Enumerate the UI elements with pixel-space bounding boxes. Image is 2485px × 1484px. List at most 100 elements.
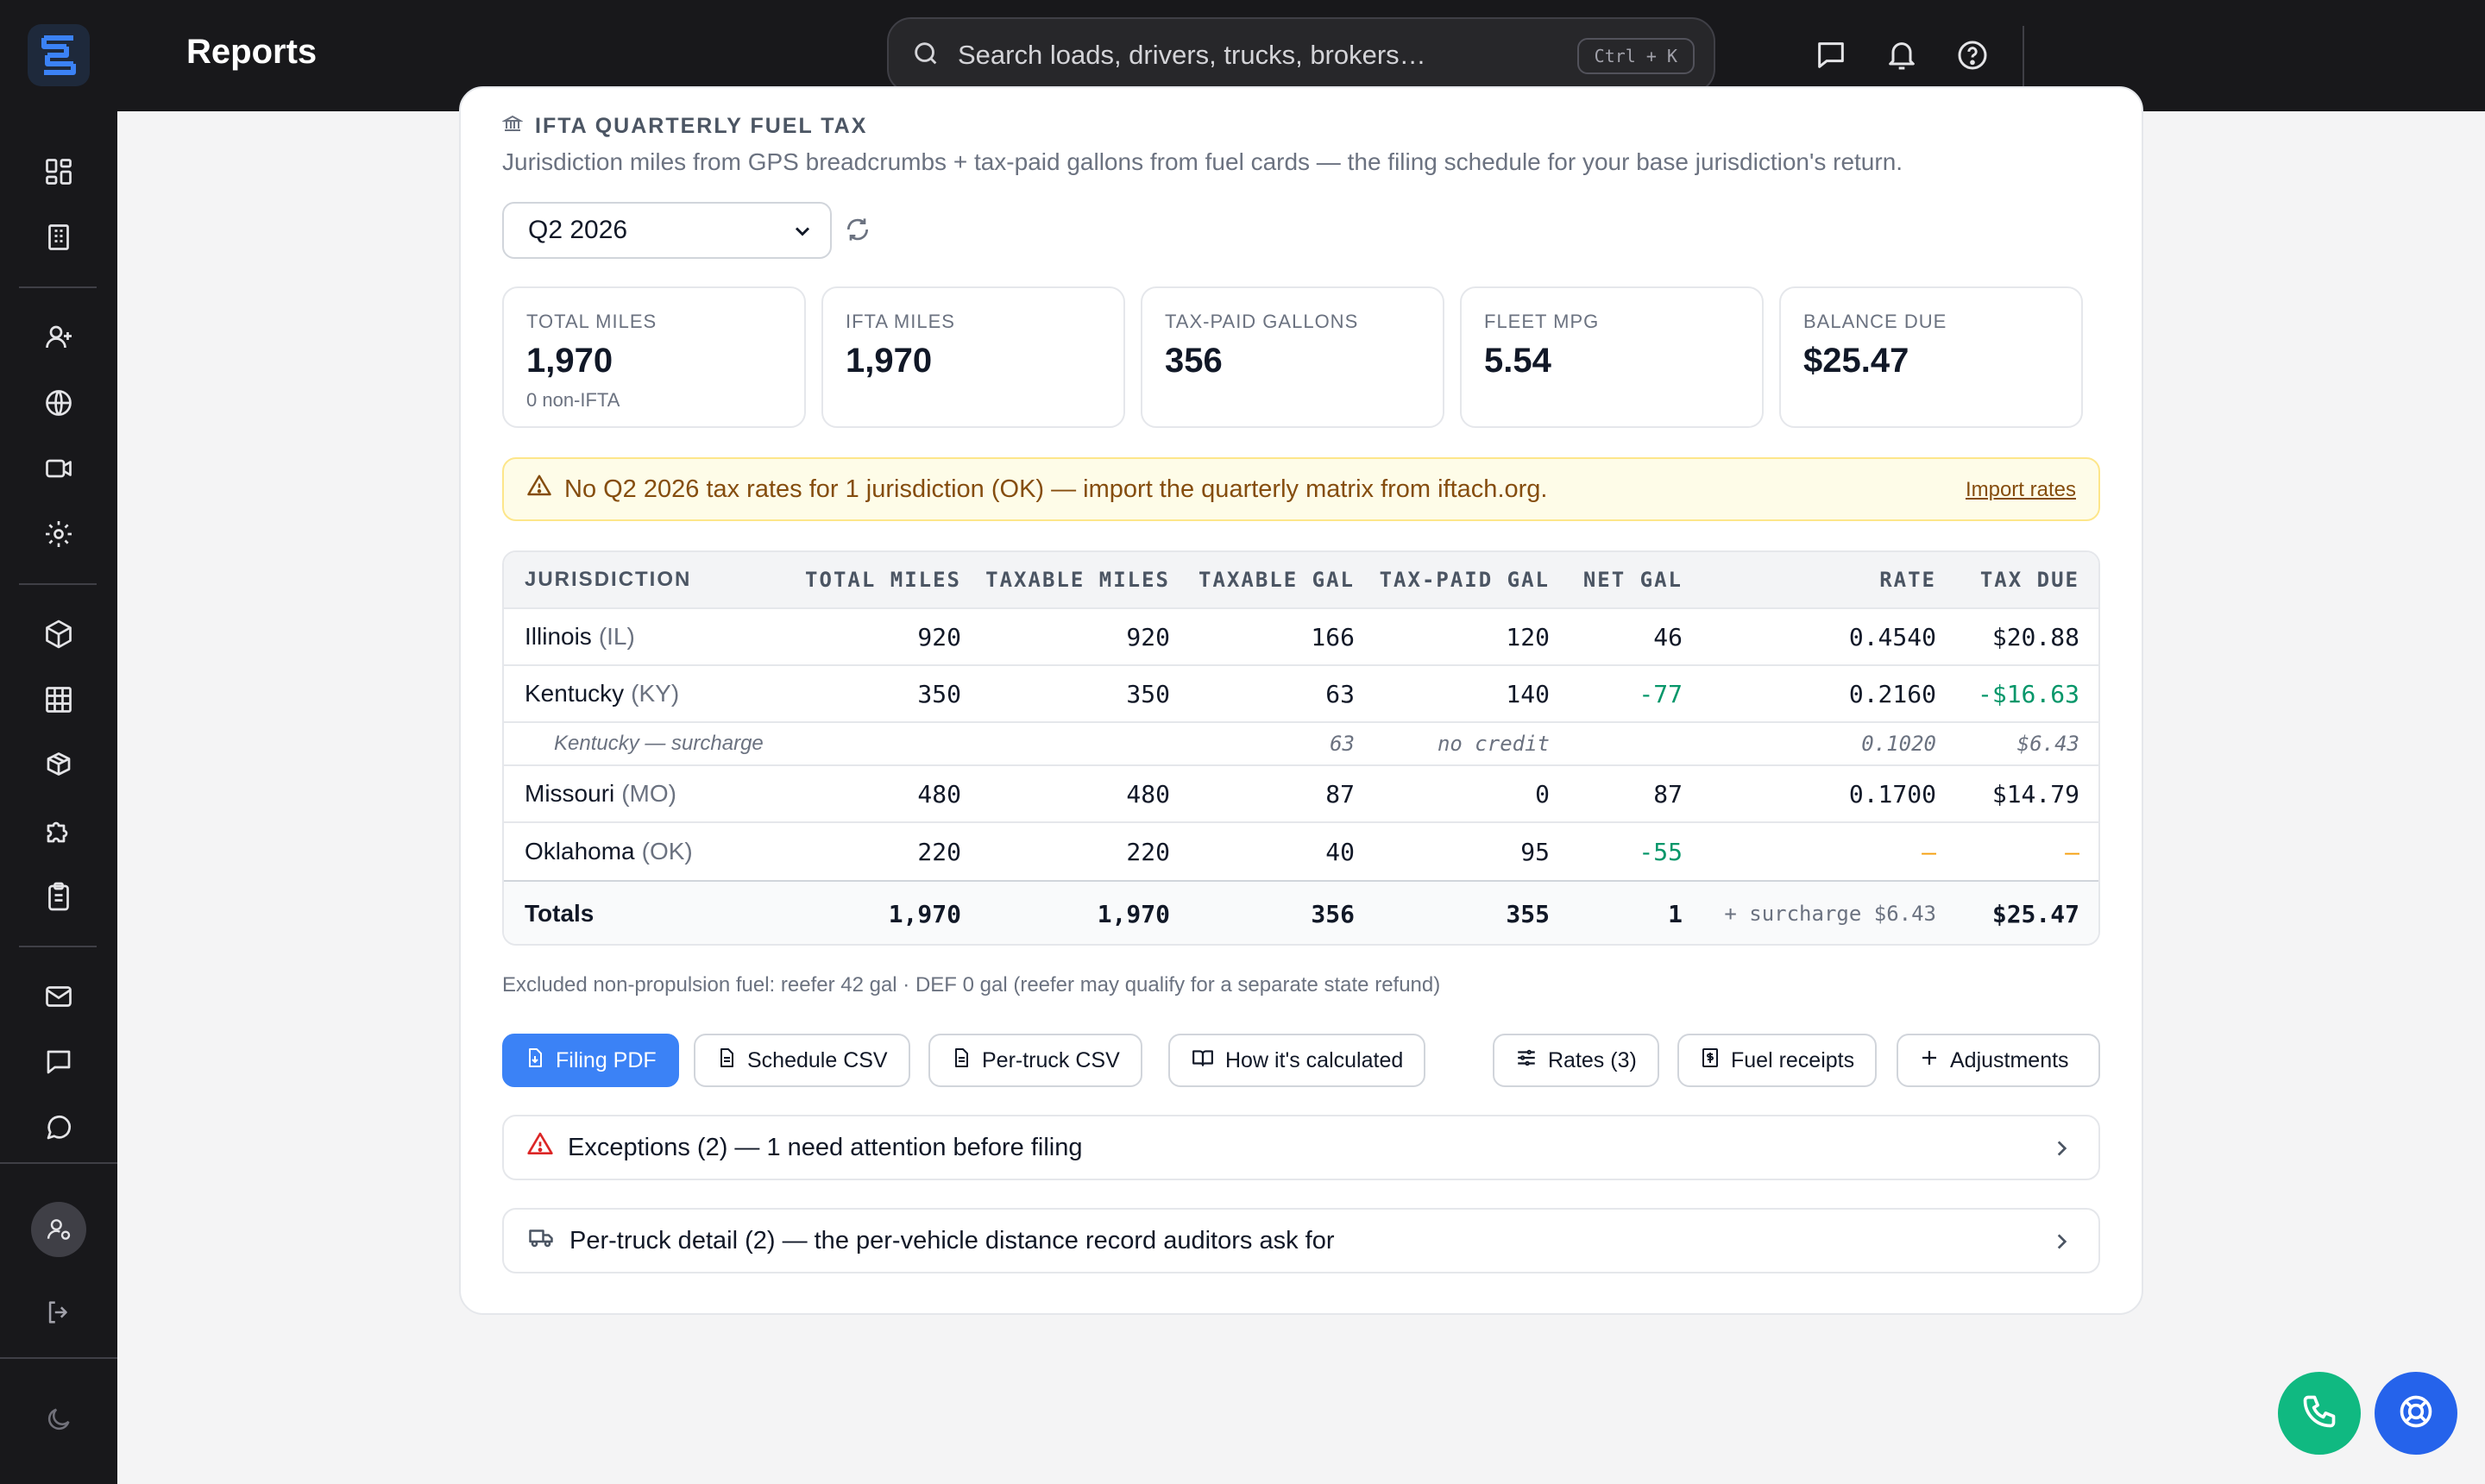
table-row: Illinois (IL) 920 920 166 120 46 0.4540 … [504, 609, 2098, 666]
table-row: Missouri (MO) 480 480 87 0 87 0.1700 $14… [504, 766, 2098, 823]
button-label: How it's calculated [1225, 1047, 1404, 1072]
sidebar-divider [19, 583, 97, 585]
bell-icon[interactable] [1881, 35, 1922, 76]
sidebar [0, 111, 117, 1484]
file-text-icon [716, 1047, 737, 1075]
sidebar-divider [19, 946, 97, 947]
logout-icon[interactable] [35, 1288, 83, 1336]
per-truck-panel[interactable]: Per-truck detail (2) — the per-vehicle d… [502, 1208, 2100, 1273]
stat-value: $25.47 [1803, 342, 1909, 380]
table-header: JURISDICTION TOTAL MILES TAXABLE MILES T… [504, 552, 2098, 609]
button-label: Rates (3) [1548, 1047, 1637, 1072]
rates-button[interactable]: Rates (3) [1493, 1034, 1659, 1087]
globe-icon[interactable] [35, 379, 83, 427]
fuel-receipts-button[interactable]: Fuel receipts [1677, 1034, 1878, 1087]
top-divider [2023, 26, 2024, 86]
mail-icon[interactable] [35, 972, 83, 1021]
stat-label: TAX-PAID GALLONS [1165, 311, 1359, 332]
stat-value: 356 [1165, 342, 1223, 380]
support-button[interactable] [2375, 1372, 2457, 1455]
user-settings-icon[interactable] [31, 1202, 86, 1257]
search-shortcut: Ctrl + K [1576, 38, 1695, 74]
receipt-icon [1700, 1047, 1721, 1075]
building-icon[interactable] [35, 213, 83, 261]
jurisdiction-table: JURISDICTION TOTAL MILES TAXABLE MILES T… [502, 550, 2100, 946]
chevron-down-icon [790, 219, 815, 250]
col-tax-due: TAX DUE [1979, 568, 2079, 592]
table-row-surcharge: Kentucky — surcharge 63 no credit 0.1020… [504, 723, 2098, 766]
stat-balance-due: BALANCE DUE $25.47 [1779, 286, 2083, 428]
gear-icon[interactable] [35, 510, 83, 558]
stat-ifta-miles: IFTA MILES 1,970 [821, 286, 1125, 428]
panel-label: Exceptions (2) — 1 need attention before… [568, 1133, 1083, 1161]
filing-pdf-button[interactable]: Filing PDF [502, 1034, 679, 1087]
section-header: IFTA QUARTERLY FUEL TAX [501, 112, 868, 141]
chat-icon[interactable] [1810, 35, 1852, 76]
tax-due-cell: -$16.63 [1977, 679, 2079, 708]
package-icon[interactable] [35, 610, 83, 658]
stat-value: 1,970 [526, 342, 613, 380]
table-row: Kentucky (KY) 350 350 63 140 -77 0.2160 … [504, 666, 2098, 723]
button-label: Adjustments [1950, 1047, 2069, 1072]
quarter-select[interactable]: Q2 2026 [502, 202, 832, 259]
stat-label: TOTAL MILES [526, 311, 657, 332]
section-title: IFTA QUARTERLY FUEL TAX [535, 114, 868, 138]
stats-row: TOTAL MILES 1,970 0 non-IFTA IFTA MILES … [502, 286, 2083, 428]
sidebar-divider [0, 1357, 117, 1359]
table-totals-row: Totals 1,970 1,970 356 355 1 + surcharge… [504, 880, 2098, 944]
stat-sub: 0 non-IFTA [526, 389, 620, 411]
truck-icon [526, 1224, 556, 1257]
dashboard-icon[interactable] [35, 148, 83, 196]
tax-due-cell: — [2065, 837, 2079, 866]
stat-tax-paid-gallons: TAX-PAID GALLONS 356 [1141, 286, 1444, 428]
section-description: Jurisdiction miles from GPS breadcrumbs … [502, 148, 1903, 175]
button-label: Fuel receipts [1731, 1047, 1855, 1072]
lifebuoy-icon [2397, 1393, 2435, 1435]
stat-label: BALANCE DUE [1803, 311, 1947, 332]
book-open-icon [1191, 1047, 1215, 1075]
logo-icon[interactable] [28, 24, 90, 86]
exceptions-panel[interactable]: Exceptions (2) — 1 need attention before… [502, 1115, 2100, 1180]
video-icon[interactable] [35, 444, 83, 493]
stat-value: 5.54 [1484, 342, 1551, 380]
file-download-icon [525, 1047, 545, 1075]
grid-icon[interactable] [35, 676, 83, 724]
file-text-icon [951, 1047, 972, 1075]
tax-due-cell: $6.43 [2016, 732, 2079, 756]
search-input[interactable]: Search loads, drivers, trucks, brokers… … [887, 17, 1715, 93]
moon-icon[interactable] [35, 1395, 83, 1443]
sidebar-divider [19, 286, 97, 288]
clipboard-icon[interactable] [35, 872, 83, 921]
search-placeholder: Search loads, drivers, trucks, brokers… [958, 40, 1426, 70]
button-label: Filing PDF [556, 1047, 657, 1072]
alert-triangle-icon [526, 1130, 554, 1165]
refresh-icon[interactable] [844, 216, 871, 248]
sliders-icon [1515, 1047, 1538, 1075]
tax-due-cell: $25.47 [1991, 899, 2079, 928]
per-truck-csv-button[interactable]: Per-truck CSV [928, 1034, 1142, 1087]
tax-due-cell: $20.88 [1991, 622, 2079, 651]
page-title: Reports [186, 33, 318, 71]
puzzle-icon[interactable] [35, 807, 83, 855]
adjustments-button[interactable]: Adjustments [1897, 1034, 2100, 1087]
boxes-icon[interactable] [35, 741, 83, 789]
phone-icon [2300, 1393, 2338, 1435]
help-icon[interactable] [1952, 35, 1993, 76]
warning-icon [526, 473, 552, 506]
quarter-selected: Q2 2026 [528, 216, 628, 244]
message-square-icon[interactable] [35, 1038, 83, 1086]
chevron-right-icon [2050, 1137, 2073, 1166]
panel-label: Per-truck detail (2) — the per-vehicle d… [569, 1226, 1335, 1254]
plus-icon [1919, 1047, 1940, 1074]
table-row: Oklahoma (OK) 220 220 40 95 -55 — — [504, 823, 2098, 880]
excluded-fuel-note: Excluded non-propulsion fuel: reefer 42 … [502, 973, 1441, 997]
search-icon [911, 39, 941, 72]
message-circle-icon[interactable] [35, 1104, 83, 1152]
call-button[interactable] [2278, 1372, 2361, 1455]
schedule-csv-button[interactable]: Schedule CSV [694, 1034, 910, 1087]
import-rates-link[interactable]: Import rates [1966, 478, 2076, 502]
chevron-right-icon [2050, 1230, 2073, 1260]
how-calculated-button[interactable]: How it's calculated [1168, 1034, 1426, 1087]
tax-due-cell: $14.79 [1991, 779, 2079, 808]
user-plus-icon[interactable] [35, 313, 83, 362]
